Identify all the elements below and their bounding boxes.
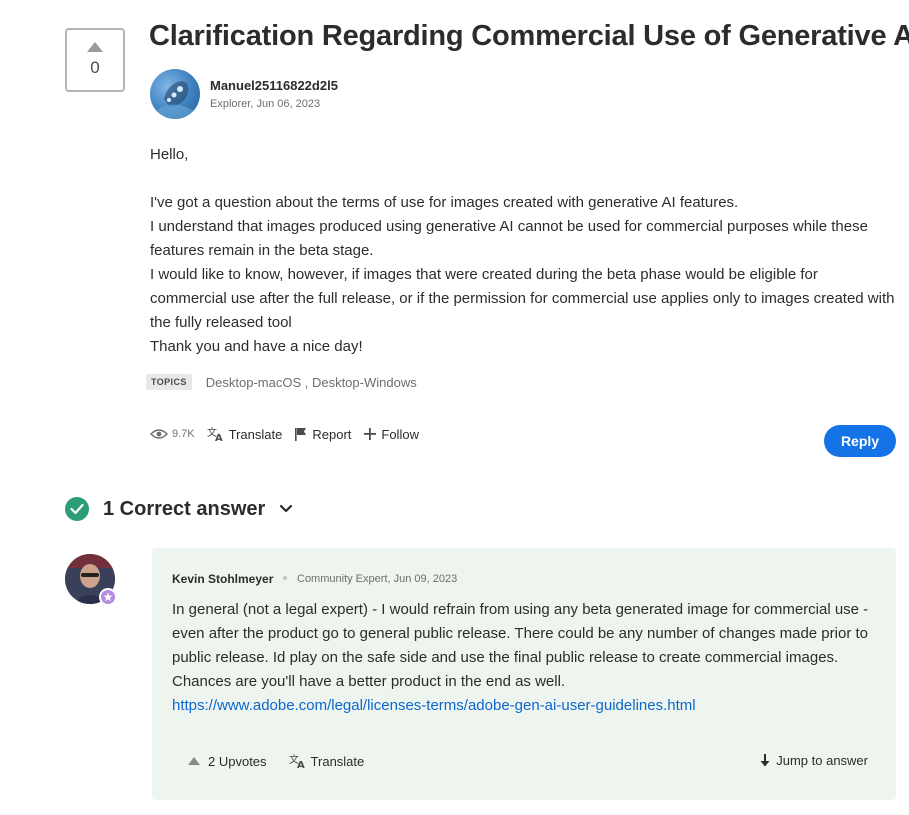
translate-button[interactable]: 文 A Translate <box>207 426 283 442</box>
avatar[interactable] <box>65 554 117 606</box>
star-icon <box>103 592 113 602</box>
jump-label: Jump to answer <box>776 753 868 768</box>
expert-badge-icon <box>99 588 117 606</box>
plus-icon <box>364 428 377 440</box>
topics-label: TOPICS <box>146 374 192 390</box>
post-greeting: Hello, <box>150 146 189 163</box>
answer-actions: 2 Upvotes 文 A Translate <box>188 753 364 769</box>
expert-meta: Community Expert, Jun 09, 2023 <box>297 573 458 585</box>
topics-list[interactable]: Desktop-macOS , Desktop-Windows <box>206 375 417 390</box>
topics: TOPICS Desktop-macOS , Desktop-Windows <box>146 374 417 390</box>
vote-box: 0 <box>65 28 125 92</box>
correct-answer-count: 1 Correct answer <box>103 497 266 520</box>
follow-button[interactable]: Follow <box>363 427 419 442</box>
upvote-button[interactable]: 2 Upvotes <box>188 754 267 769</box>
svg-text:A: A <box>215 433 223 442</box>
post-line: I understand that images produced using … <box>150 218 868 259</box>
avatar[interactable] <box>150 69 200 119</box>
answer-translate-button[interactable]: 文 A Translate <box>289 753 365 769</box>
reply-button[interactable]: Reply <box>824 425 896 457</box>
post-body: Hello, I've got a question about the ter… <box>150 143 895 359</box>
check-circle-icon <box>65 497 89 521</box>
chevron-down-icon[interactable] <box>279 504 293 514</box>
arrow-down-icon <box>760 754 770 767</box>
report-button[interactable]: Report <box>294 427 351 442</box>
flag-icon <box>295 428 307 441</box>
answer-body: In general (not a legal expert) - I woul… <box>172 598 882 718</box>
views-count: 9.7K <box>172 428 195 440</box>
svg-text:A: A <box>297 760 305 769</box>
report-label: Report <box>312 426 352 442</box>
translate-label: Translate <box>228 426 283 442</box>
upvotes-label: 2 Upvotes <box>208 753 267 769</box>
eye-icon <box>150 429 168 439</box>
views: 9.7K <box>150 428 195 440</box>
jump-to-answer-button[interactable]: Jump to answer <box>760 753 868 768</box>
separator-dot <box>283 576 287 580</box>
correct-answer-header[interactable]: 1 Correct answer <box>65 497 293 521</box>
guidelines-link[interactable]: https://www.adobe.com/legal/licenses-ter… <box>172 697 696 714</box>
vote-count: 0 <box>90 58 100 77</box>
answer-text: In general (not a legal expert) - I woul… <box>172 601 869 690</box>
post-line: Thank you and have a nice day! <box>150 338 363 355</box>
checkmark-icon <box>70 503 84 515</box>
author-name[interactable]: Manuel25116822d2l5 <box>210 78 338 93</box>
upvote-arrow-icon[interactable] <box>87 42 103 52</box>
answer-translate-label: Translate <box>310 753 365 769</box>
post-line: I would like to know, however, if images… <box>150 266 895 331</box>
translate-icon: 文 A <box>207 426 223 442</box>
correct-answer-card: Kevin Stohlmeyer Community Expert, Jun 0… <box>152 548 896 800</box>
upvote-icon <box>188 757 200 765</box>
post-line: I've got a question about the terms of u… <box>150 194 739 211</box>
post-actions: 9.7K 文 A Translate Report Follow <box>150 426 431 442</box>
translate-icon: 文 A <box>289 753 305 769</box>
page-title: Clarification Regarding Commercial Use o… <box>149 20 909 52</box>
author-meta: Explorer, Jun 06, 2023 <box>210 98 321 110</box>
expert-name[interactable]: Kevin Stohlmeyer <box>172 572 273 586</box>
author-avatar-icon <box>158 81 194 119</box>
follow-label: Follow <box>381 426 419 442</box>
